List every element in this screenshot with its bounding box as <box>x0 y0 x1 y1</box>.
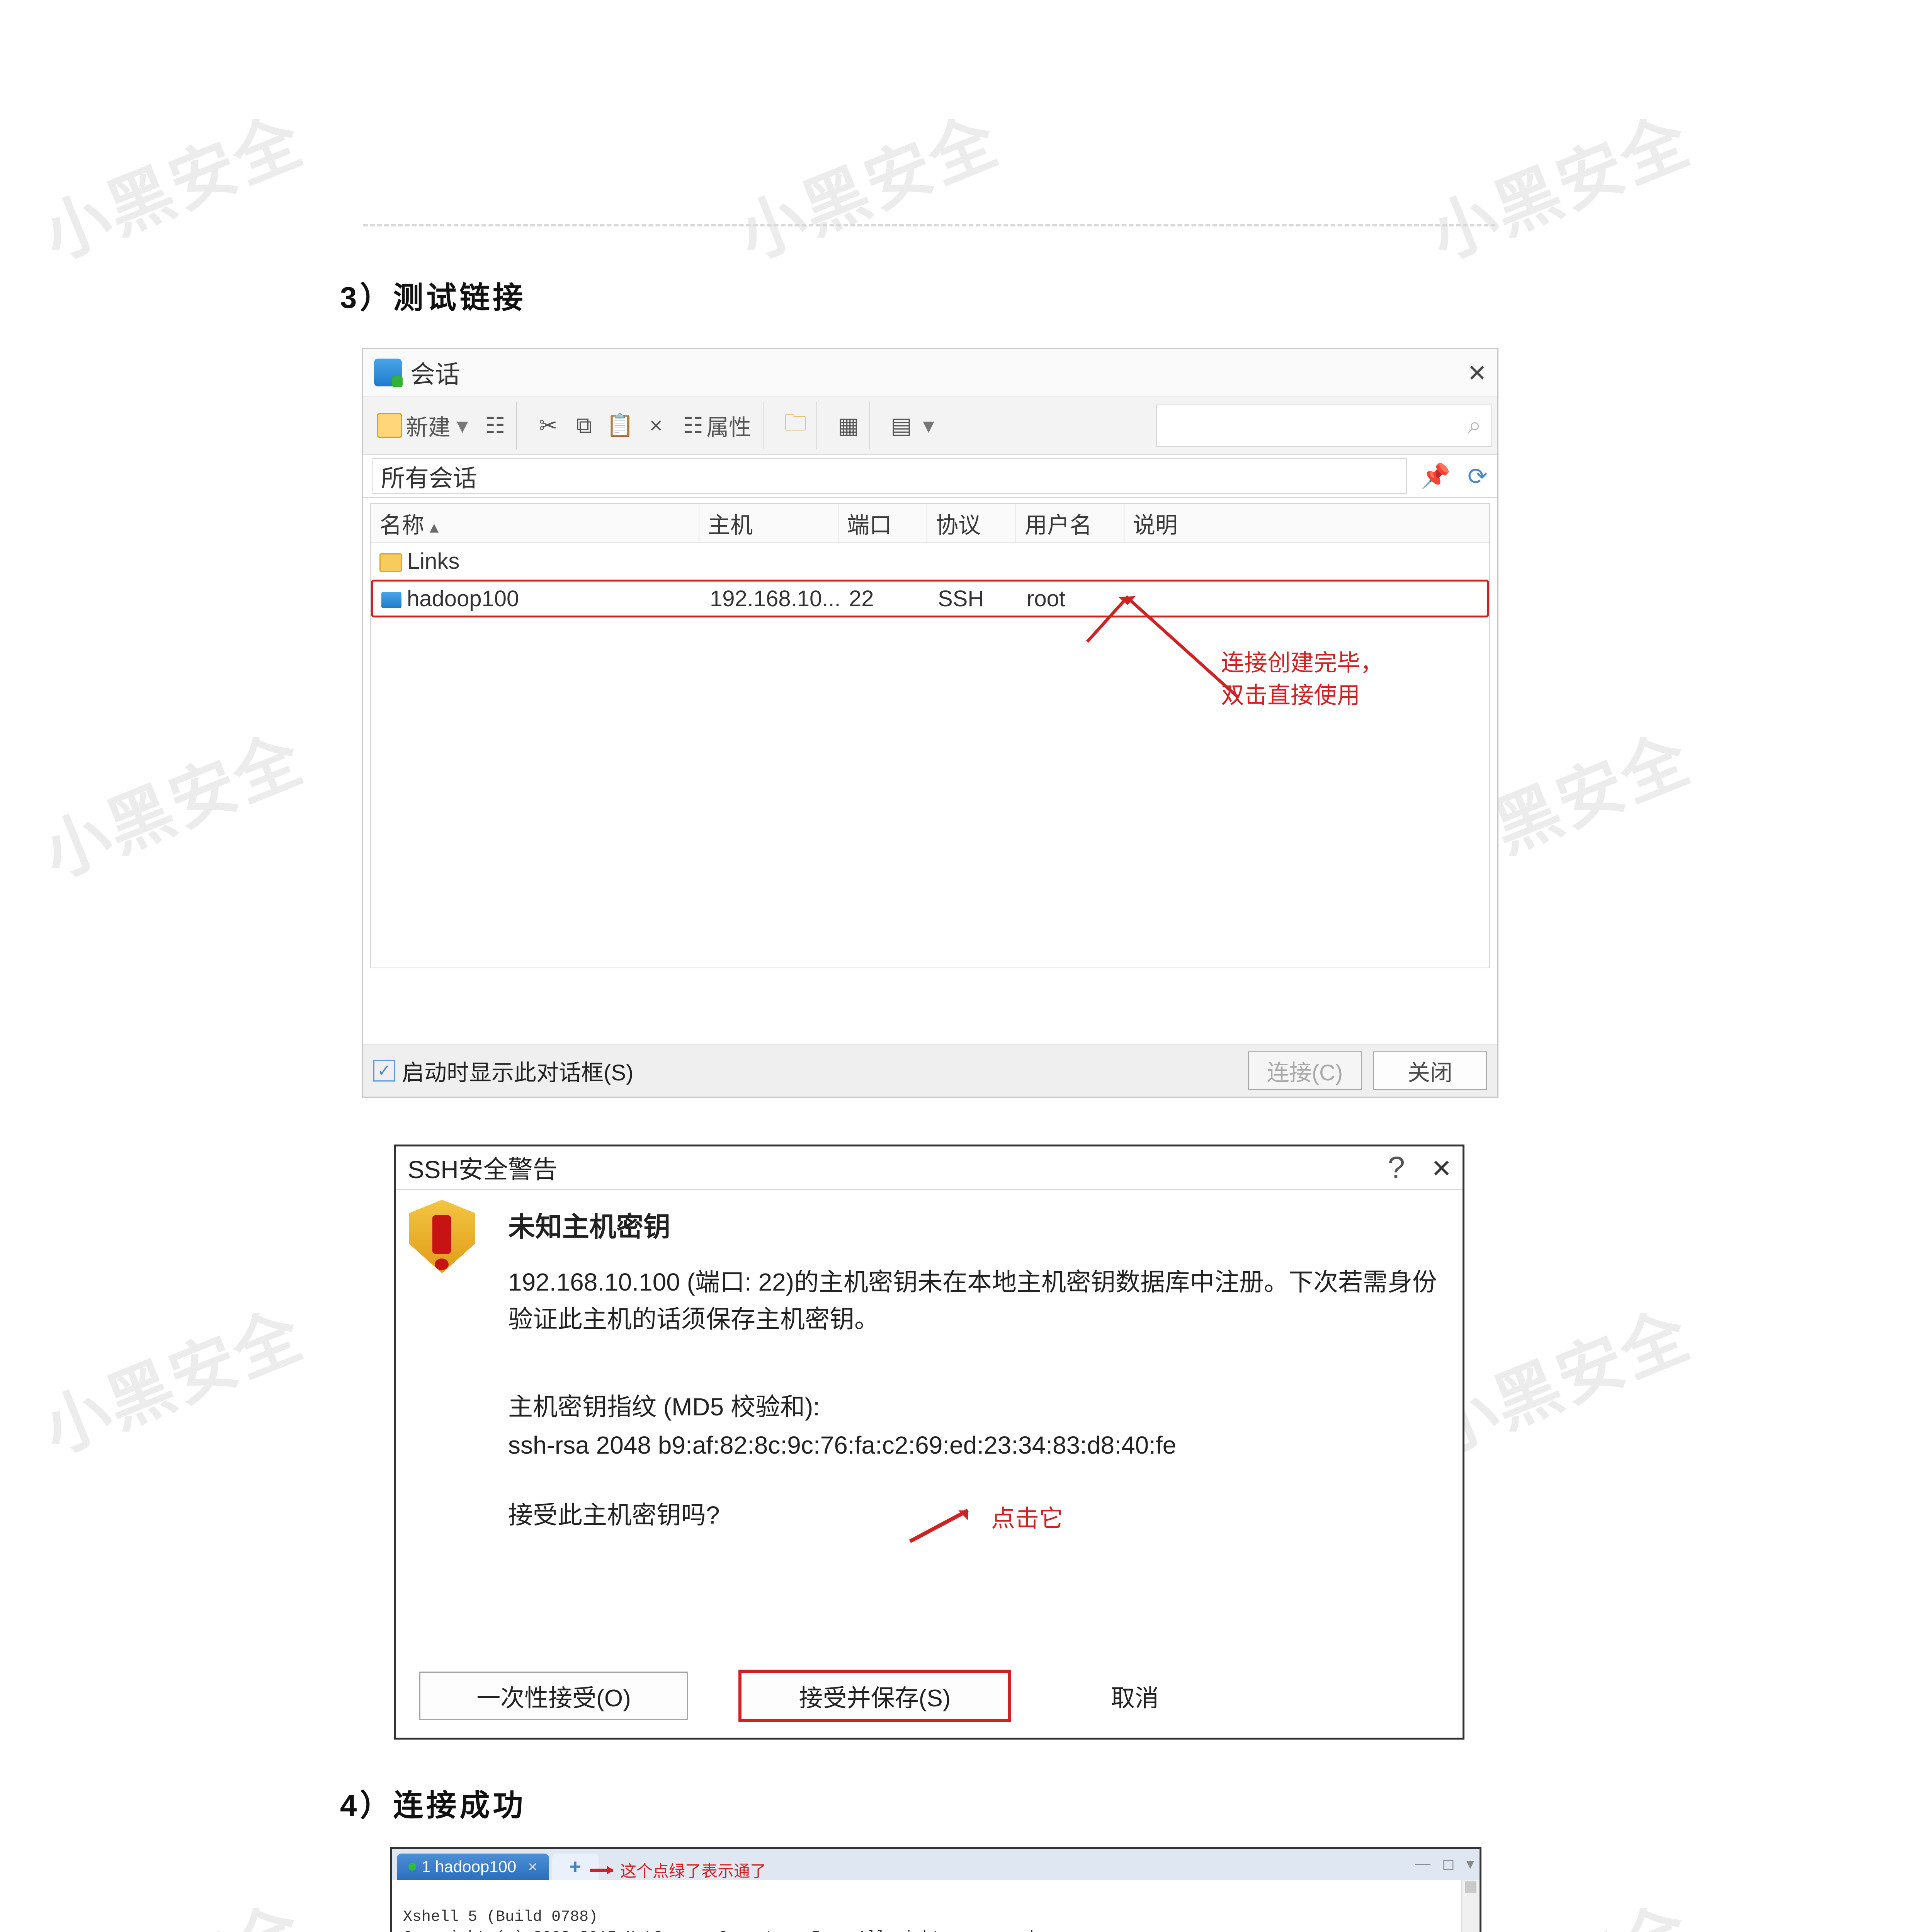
generic-tool-button[interactable]: ☷ <box>478 401 512 449</box>
path-field[interactable]: 所有会话 <box>372 458 1407 494</box>
tab-label: 1 hadoop100 <box>422 1857 516 1876</box>
fingerprint-label: 主机密钥指纹 (MD5 校验和): <box>508 1388 1439 1426</box>
view-dropdown[interactable]: ▾ <box>920 401 937 449</box>
col-host[interactable]: 主机 <box>699 504 838 543</box>
click-it-note: 点击它 <box>991 1499 1063 1534</box>
session-list: 名称 主机 端口 协议 用户名 说明 Links hadoop100 192.1… <box>370 503 1490 968</box>
watermark: 小黑安全 <box>27 1877 315 1932</box>
terminal-window: 1 hadoop100 × + 这个点绿了表示通了 — ◻ ▾ Xshell 5… <box>390 1847 1481 1932</box>
dialog-buttons: 一次性接受(O) 接受并保存(S) 取消 <box>396 1670 1463 1722</box>
col-user[interactable]: 用户名 <box>1016 504 1124 543</box>
terminal-output[interactable]: Xshell 5 (Build 0788) Copyright (c) 2002… <box>392 1880 1480 1932</box>
session-window: 会话 × 新建 ▾ ☷ ✂ ⧉ 📋 × ☷ 属性 🗀 ▦ ▤ ▾ ⌕ 所有会话 … <box>362 348 1498 1098</box>
status-dot-icon <box>408 1863 416 1871</box>
watermark: 小黑安全 <box>27 706 315 896</box>
connect-button[interactable]: 连接(C) <box>1248 1051 1362 1090</box>
heading-test-connection: 3）测试链接 <box>340 274 526 317</box>
delete-button[interactable]: × <box>639 401 673 449</box>
dialog-titlebar: SSH安全警告 ? × <box>396 1146 1463 1190</box>
col-desc[interactable]: 说明 <box>1124 504 1489 543</box>
list-item-hadoop100[interactable]: hadoop100 192.168.10... 22 SSH root <box>371 580 1489 617</box>
startup-checkbox[interactable]: ✓ <box>373 1060 395 1082</box>
toolbar-search[interactable]: ⌕ <box>1156 405 1492 447</box>
folder-button[interactable]: 🗀 <box>778 401 813 449</box>
window-title: 会话 <box>410 355 460 390</box>
titlebar: 会话 × <box>363 349 1497 396</box>
dialog-body: 未知主机密钥 192.168.10.100 (端口: 22)的主机密钥未在本地主… <box>396 1190 1463 1543</box>
help-icon[interactable]: ? <box>1388 1150 1405 1185</box>
toolbar-separator <box>816 401 827 449</box>
watermark: 小黑安全 <box>27 88 315 278</box>
cell-port: 22 <box>840 586 929 612</box>
toolbar: 新建 ▾ ☷ ✂ ⧉ 📋 × ☷ 属性 🗀 ▦ ▤ ▾ ⌕ <box>363 396 1497 455</box>
toolbar-separator <box>516 401 527 449</box>
maximize-icon[interactable]: ◻ <box>1442 1855 1455 1873</box>
new-button[interactable]: 新建 ▾ <box>369 401 476 449</box>
pin-icon[interactable]: 📌 <box>1421 462 1451 490</box>
path-actions: 📌 ⟳ <box>1421 462 1488 490</box>
shield-warning-icon <box>409 1200 479 1277</box>
tab-close-icon[interactable]: × <box>528 1857 537 1876</box>
tab-bar: 1 hadoop100 × + 这个点绿了表示通了 — ◻ ▾ <box>392 1849 1480 1880</box>
close-button[interactable]: 关闭 <box>1373 1051 1487 1090</box>
column-headers: 名称 主机 端口 协议 用户名 说明 <box>371 504 1489 543</box>
accept-once-button[interactable]: 一次性接受(O) <box>419 1672 688 1720</box>
term-line: Xshell 5 (Build 0788) <box>403 1908 598 1926</box>
dialog-title: SSH安全警告 <box>408 1150 558 1185</box>
tab-green-note: 这个点绿了表示通了 <box>620 1858 766 1882</box>
callout-text: 连接创建完毕，双击直接使用 <box>1221 647 1383 712</box>
close-icon[interactable]: × <box>1468 357 1486 388</box>
page-break-line <box>363 224 1495 226</box>
toolbar-separator <box>869 401 880 449</box>
minimize-icon[interactable]: — <box>1415 1855 1430 1873</box>
watermark: 小黑安全 <box>1414 88 1702 278</box>
path-label: 所有会话 <box>381 459 477 493</box>
view-button-2[interactable]: ▤ <box>884 401 918 449</box>
col-protocol[interactable]: 协议 <box>927 504 1016 543</box>
path-bar: 所有会话 📌 ⟳ <box>363 455 1497 498</box>
page-root: { "watermark_text": "小黑安全", "section3_he… <box>0 0 1915 1932</box>
annotation-arrow <box>589 1864 618 1876</box>
cell-name: hadoop100 <box>373 586 701 612</box>
properties-label: 属性 <box>706 409 751 442</box>
paste-button[interactable]: 📋 <box>603 401 637 449</box>
properties-button[interactable]: ☷ 属性 <box>675 401 760 449</box>
list-item-links[interactable]: Links <box>371 544 1489 578</box>
copy-button[interactable]: ⧉ <box>567 401 601 449</box>
window-controls: — ◻ ▾ <box>1415 1855 1474 1873</box>
toolbar-separator <box>764 401 774 449</box>
cell-name: Links <box>371 548 699 574</box>
startup-checkbox-label: 启动时显示此对话框(S) <box>402 1054 633 1087</box>
cell-host: 192.168.10... <box>701 586 840 612</box>
tab-hadoop100[interactable]: 1 hadoop100 × <box>397 1854 549 1880</box>
ssh-warning-dialog: SSH安全警告 ? × 未知主机密钥 192.168.10.100 (端口: 2… <box>394 1145 1464 1740</box>
heading-connect-success: 4）连接成功 <box>340 1781 526 1825</box>
cell-protocol: SSH <box>929 586 1018 612</box>
new-label: 新建 <box>406 409 451 442</box>
fingerprint-block: 主机密钥指纹 (MD5 校验和): ssh-rsa 2048 b9:af:82:… <box>508 1388 1439 1464</box>
cancel-button[interactable]: 取消 <box>1061 1673 1208 1719</box>
col-name[interactable]: 名称 <box>379 507 439 539</box>
expand-icon[interactable]: ▾ <box>1466 1855 1474 1873</box>
watermark: 小黑安全 <box>27 1282 315 1472</box>
cut-button[interactable]: ✂ <box>531 401 565 449</box>
term-line: Copyright (c) 2002-2015 NetSarang Comput… <box>403 1929 1043 1932</box>
refresh-icon[interactable]: ⟳ <box>1468 462 1488 490</box>
session-icon <box>374 359 402 386</box>
col-port[interactable]: 端口 <box>838 504 927 543</box>
close-icon[interactable]: × <box>1432 1149 1451 1187</box>
scrollbar[interactable] <box>1461 1880 1480 1932</box>
cell-user: root <box>1018 586 1126 612</box>
fingerprint-value: ssh-rsa 2048 b9:af:82:8c:9c:76:fa:c2:69:… <box>508 1426 1439 1464</box>
new-icon <box>377 413 402 438</box>
warning-message: 192.168.10.100 (端口: 22)的主机密钥未在本地主机密钥数据库中… <box>508 1264 1439 1338</box>
scroll-up-icon[interactable] <box>1465 1881 1476 1893</box>
window-footer: ✓ 启动时显示此对话框(S) 连接(C) 关闭 <box>363 1044 1497 1097</box>
accept-save-button[interactable]: 接受并保存(S) <box>738 1670 1011 1722</box>
view-button-1[interactable]: ▦ <box>831 401 866 449</box>
watermark: 小黑安全 <box>723 88 1010 278</box>
annotation-arrow <box>906 1503 980 1545</box>
warning-heading: 未知主机密钥 <box>508 1205 1439 1244</box>
